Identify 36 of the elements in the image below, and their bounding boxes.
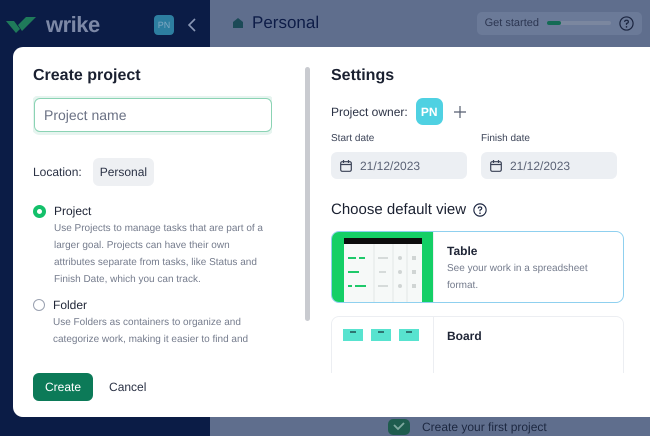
onboarding-step[interactable]: Create your first project xyxy=(422,420,547,434)
date-label: Start date xyxy=(331,133,376,144)
settings-title: Settings xyxy=(331,67,396,85)
location-label: Location: xyxy=(33,165,82,179)
get-started-button[interactable]: Get started xyxy=(476,12,642,34)
option-description: Use Folders as containers to organize and categorize work, making it easier to find and xyxy=(53,316,250,347)
location-chip[interactable]: Personal xyxy=(92,158,154,186)
project-name-field[interactable]: Project name xyxy=(34,98,272,132)
scrollbar[interactable] xyxy=(305,67,310,321)
view-name: Board xyxy=(447,329,482,343)
option-label: Folder xyxy=(53,298,88,312)
option-description: Use Projects to manage tasks that are part of a larger goal. Projects can have their own attributes separate from tasks, like Status and Finish Date, which you can track. xyxy=(54,222,264,287)
date-field[interactable]: 21/12/2023 xyxy=(331,152,467,179)
view-option-card[interactable]: Board xyxy=(331,316,624,373)
owner-label: Project owner: xyxy=(331,104,408,118)
cancel-button[interactable]: Cancel xyxy=(101,373,154,401)
view-option-card[interactable]: Table See your work in a spreadsheet format. xyxy=(331,231,624,303)
calendar-icon xyxy=(490,160,502,172)
dialog-title: Create project xyxy=(33,67,142,85)
logo-text: wrike xyxy=(46,12,100,38)
page-title: Personal xyxy=(252,13,320,33)
check-icon xyxy=(388,419,410,435)
calendar-icon xyxy=(340,160,352,172)
collapse-chevron-icon[interactable] xyxy=(188,18,196,32)
add-icon[interactable] xyxy=(454,106,466,118)
section-title: Choose default view xyxy=(331,201,466,218)
view-description: See your work in a spreadsheet format. xyxy=(447,262,589,293)
date-label: Finish date xyxy=(481,133,531,144)
date-field[interactable]: 21/12/2023 xyxy=(481,152,617,179)
option-label: Project xyxy=(54,204,92,218)
radio-button[interactable] xyxy=(33,299,45,311)
help-icon[interactable] xyxy=(473,202,488,216)
radio-button[interactable] xyxy=(33,205,46,218)
home-icon xyxy=(232,17,244,29)
view-name: Table xyxy=(447,244,478,258)
create-button[interactable]: Create xyxy=(33,373,94,401)
